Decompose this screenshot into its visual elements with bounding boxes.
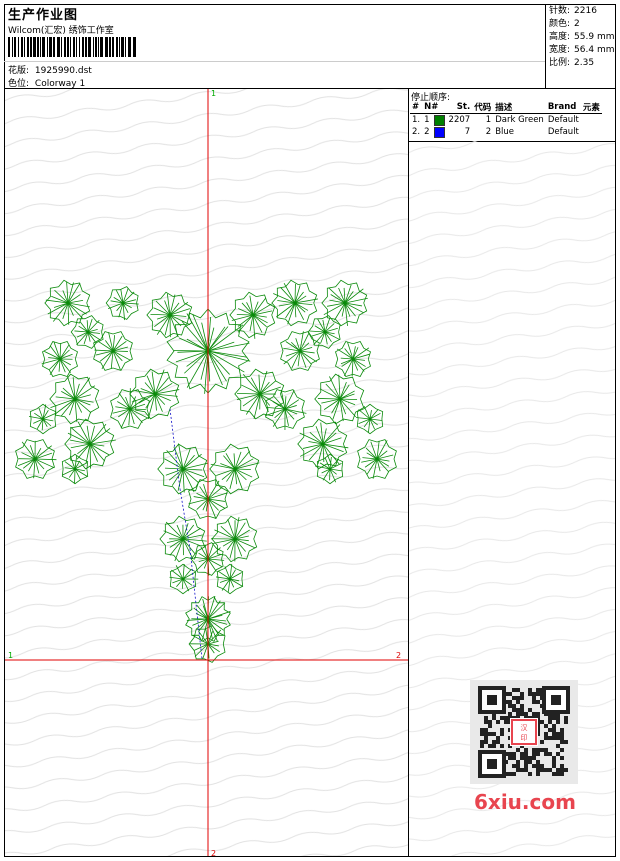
svg-text:印: 印 bbox=[521, 734, 528, 742]
page-title: 生产作业图 bbox=[8, 8, 79, 23]
qr-code: 汉 印 bbox=[470, 680, 578, 784]
row-stitches: 2207 bbox=[448, 115, 471, 125]
col-element: 元素 bbox=[580, 101, 602, 114]
row-swatch bbox=[432, 114, 447, 127]
row-index: 1. bbox=[412, 115, 421, 125]
stat-height: 高度: 55.9 mm bbox=[549, 32, 615, 42]
stop-sequence-table: # N# St. 代码 描述 Brand 元素 1. 1 2207 1 Dark… bbox=[410, 101, 602, 138]
axis-label-top: 1 bbox=[211, 89, 217, 98]
col-brand: Brand bbox=[545, 101, 581, 114]
stat-scale: 比例: 2.35 bbox=[549, 58, 595, 68]
stats-panel: 针数: 2216 颜色: 2 高度: 55.9 mm 宽度: 56.4 mm 比例: 2.… bbox=[549, 5, 614, 70]
barcode bbox=[8, 37, 136, 57]
axis-label-left: 1 bbox=[8, 651, 14, 660]
col-needle: N# bbox=[422, 101, 447, 114]
color-swatch bbox=[433, 114, 445, 126]
axis-label-right: 2 bbox=[396, 651, 402, 660]
stat-width: 宽度: 56.4 mm bbox=[549, 45, 615, 55]
table-header-row: # N# St. 代码 描述 Brand 元素 bbox=[410, 101, 602, 114]
fabric-texture bbox=[5, 89, 408, 856]
row-element bbox=[581, 114, 602, 127]
color-swatch bbox=[433, 126, 445, 138]
svg-text:汉: 汉 bbox=[521, 724, 528, 732]
col-desc: 描述 bbox=[493, 101, 546, 114]
design-label: 花版: bbox=[8, 66, 30, 76]
row-needle: 1 bbox=[424, 115, 430, 125]
info-divider bbox=[4, 61, 545, 62]
row-needle: 2 bbox=[424, 127, 430, 137]
row-stitches: 7 bbox=[464, 127, 471, 137]
design-file: 花版: 1925990.dst bbox=[8, 63, 92, 76]
colorway-label: 色位: bbox=[8, 79, 30, 89]
stats-divider bbox=[545, 4, 546, 88]
axis-label-bottom: 2 bbox=[211, 849, 217, 858]
stat-colors: 颜色: 2 bbox=[549, 19, 580, 29]
col-stitches: St. bbox=[446, 101, 473, 114]
row-element bbox=[581, 126, 602, 138]
row-desc: Blue bbox=[495, 127, 515, 137]
watermark-brand: 6xiu.com bbox=[474, 790, 576, 814]
row-swatch bbox=[432, 126, 447, 138]
design-value: 1925990.dst bbox=[34, 66, 92, 76]
colorway-value: Colorway 1 bbox=[34, 79, 86, 89]
row-code: 2 bbox=[485, 127, 492, 137]
row-brand: Default bbox=[547, 115, 579, 125]
embroidery-canvas bbox=[5, 89, 408, 856]
colorway: 色位: Colorway 1 bbox=[8, 76, 85, 89]
row-index: 2. bbox=[412, 127, 421, 137]
col-code: 代码 bbox=[472, 101, 494, 114]
row-desc: Dark Green bbox=[495, 115, 544, 125]
col-index: # bbox=[410, 101, 423, 114]
table-row: 2. 2 7 2 Blue Default bbox=[410, 126, 602, 138]
row-brand: Default bbox=[547, 127, 579, 137]
table-row: 1. 1 2207 1 Dark Green Default bbox=[410, 114, 602, 127]
company-name: Wilcom(汇宏) 绣饰工作室 bbox=[8, 26, 114, 36]
stat-stitches: 针数: 2216 bbox=[549, 6, 597, 16]
row-code: 1 bbox=[485, 115, 492, 125]
